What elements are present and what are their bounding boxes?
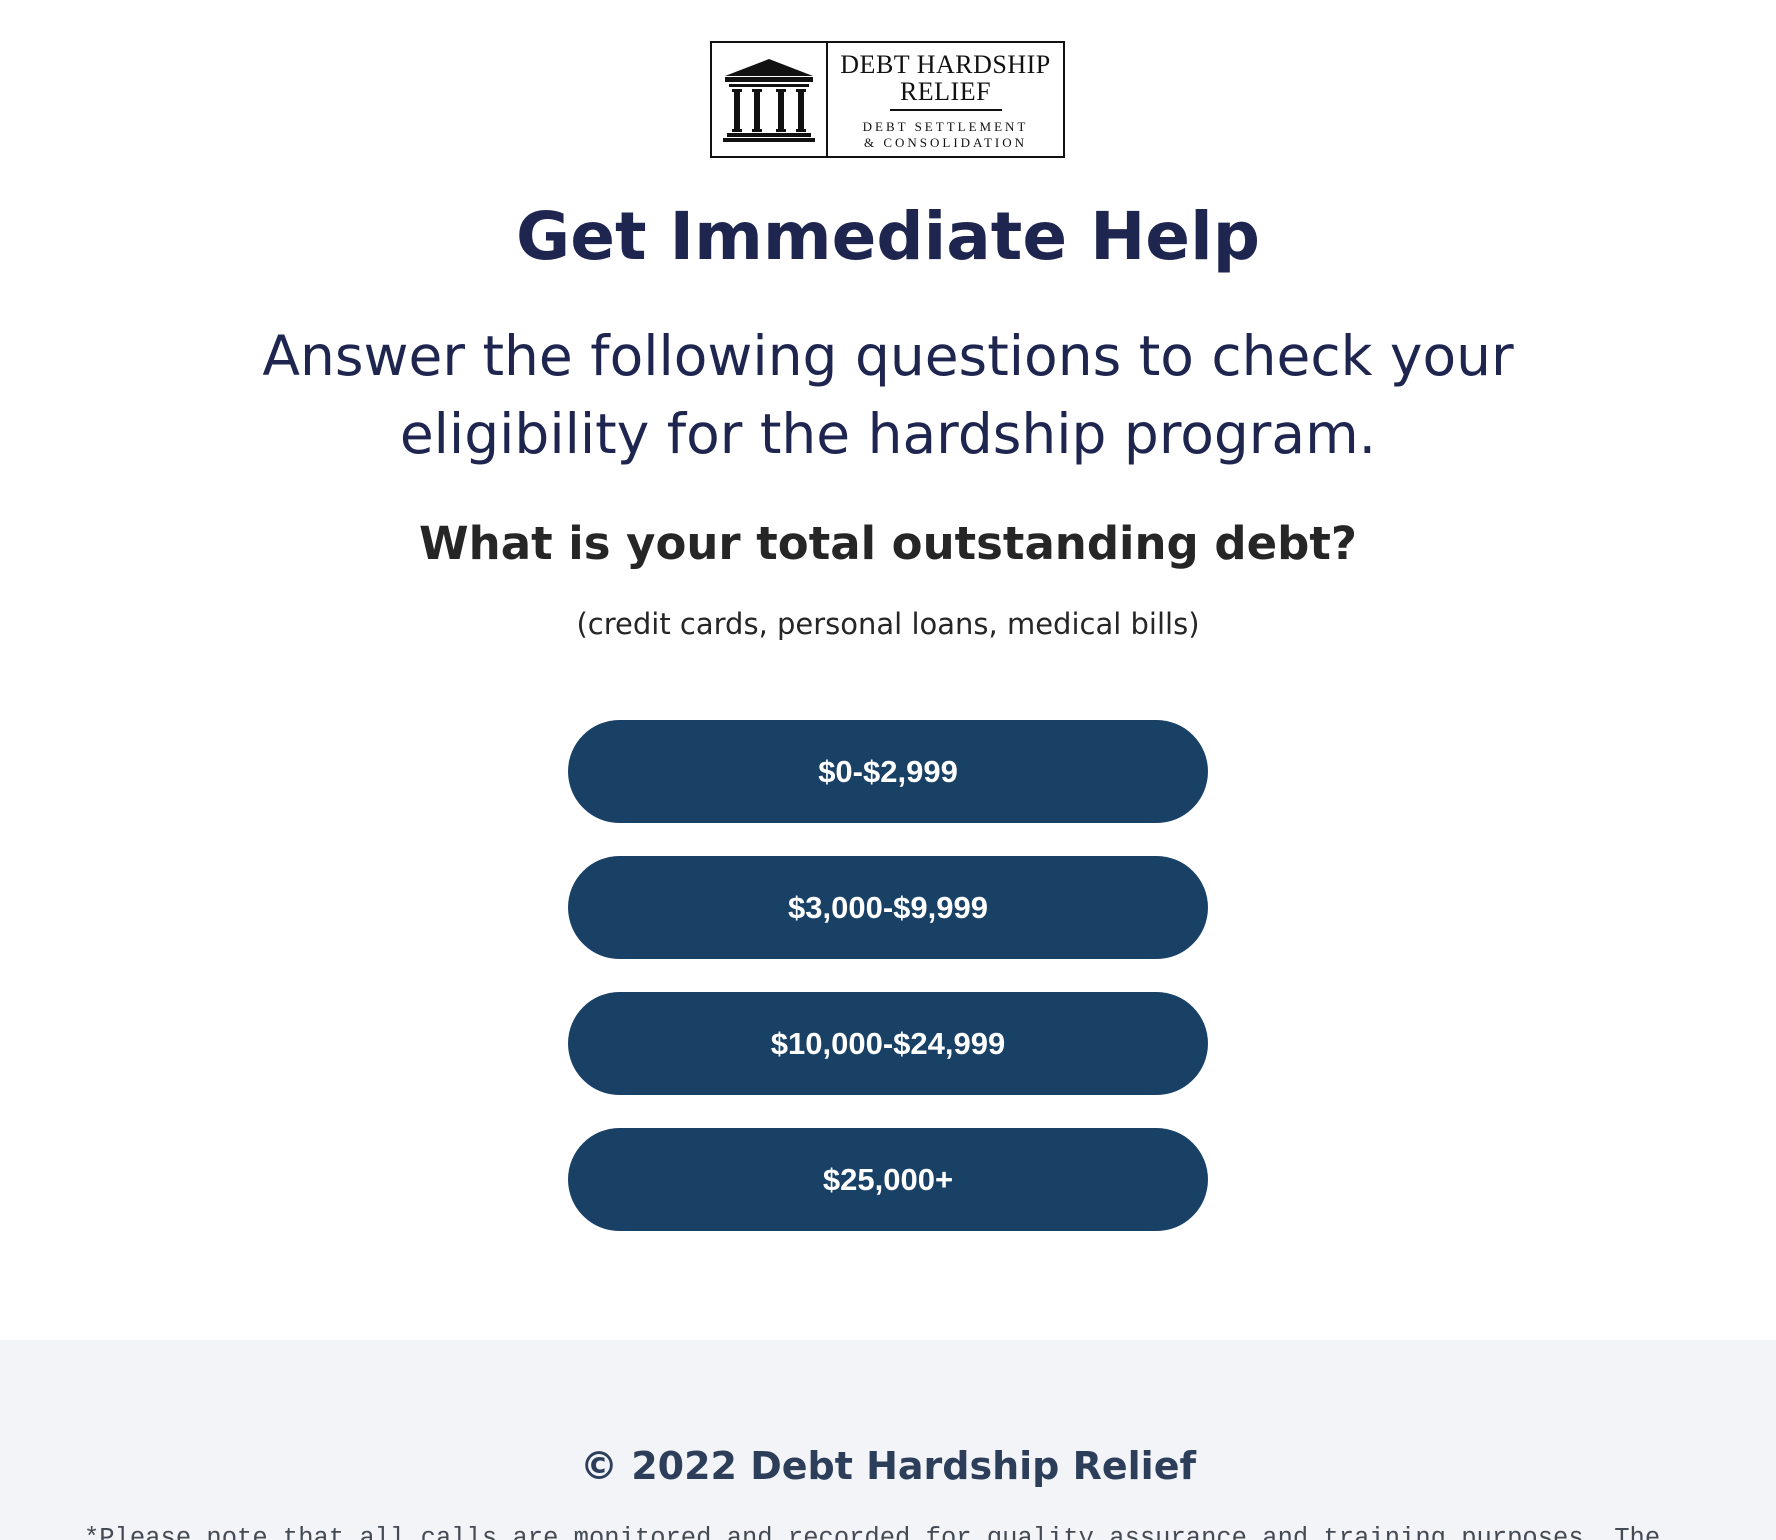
- page: DEBT HARDSHIP RELIEF DEBT SETTLEMENT & C…: [0, 0, 1776, 1540]
- footer-disclaimer: *Please note that all calls are monitore…: [84, 1524, 1661, 1540]
- footer-copyright: © 2022 Debt Hardship Relief: [579, 1444, 1197, 1488]
- option-button-10000-24999[interactable]: $10,000-$24,999: [568, 992, 1208, 1095]
- logo-sub-line2: & CONSOLIDATION: [863, 135, 1028, 150]
- logo-name-line2: RELIEF: [899, 77, 992, 106]
- footer: © 2022 Debt Hardship Relief *Please note…: [0, 1340, 1776, 1540]
- page-title: Get Immediate Help: [516, 198, 1260, 275]
- logo-divider: [889, 109, 1002, 111]
- courthouse-icon: [712, 43, 828, 156]
- option-button-3000-9999[interactable]: $3,000-$9,999: [568, 856, 1208, 959]
- main-content: DEBT HARDSHIP RELIEF DEBT SETTLEMENT & C…: [0, 0, 1776, 1340]
- question-hint: (credit cards, personal loans, medical b…: [576, 607, 1200, 641]
- logo-text: DEBT HARDSHIP RELIEF DEBT SETTLEMENT & C…: [828, 43, 1063, 156]
- question-heading: What is your total outstanding debt?: [419, 517, 1357, 570]
- logo: DEBT HARDSHIP RELIEF DEBT SETTLEMENT & C…: [710, 41, 1065, 158]
- answer-options: $0-$2,999 $3,000-$9,999 $10,000-$24,999 …: [568, 720, 1208, 1264]
- logo-name-line1: DEBT HARDSHIP: [840, 50, 1051, 79]
- logo-sub-line1: DEBT SETTLEMENT: [862, 119, 1029, 134]
- option-button-25000-plus[interactable]: $25,000+: [568, 1128, 1208, 1231]
- option-button-0-2999[interactable]: $0-$2,999: [568, 720, 1208, 823]
- page-subtitle: Answer the following questions to check …: [262, 324, 1514, 466]
